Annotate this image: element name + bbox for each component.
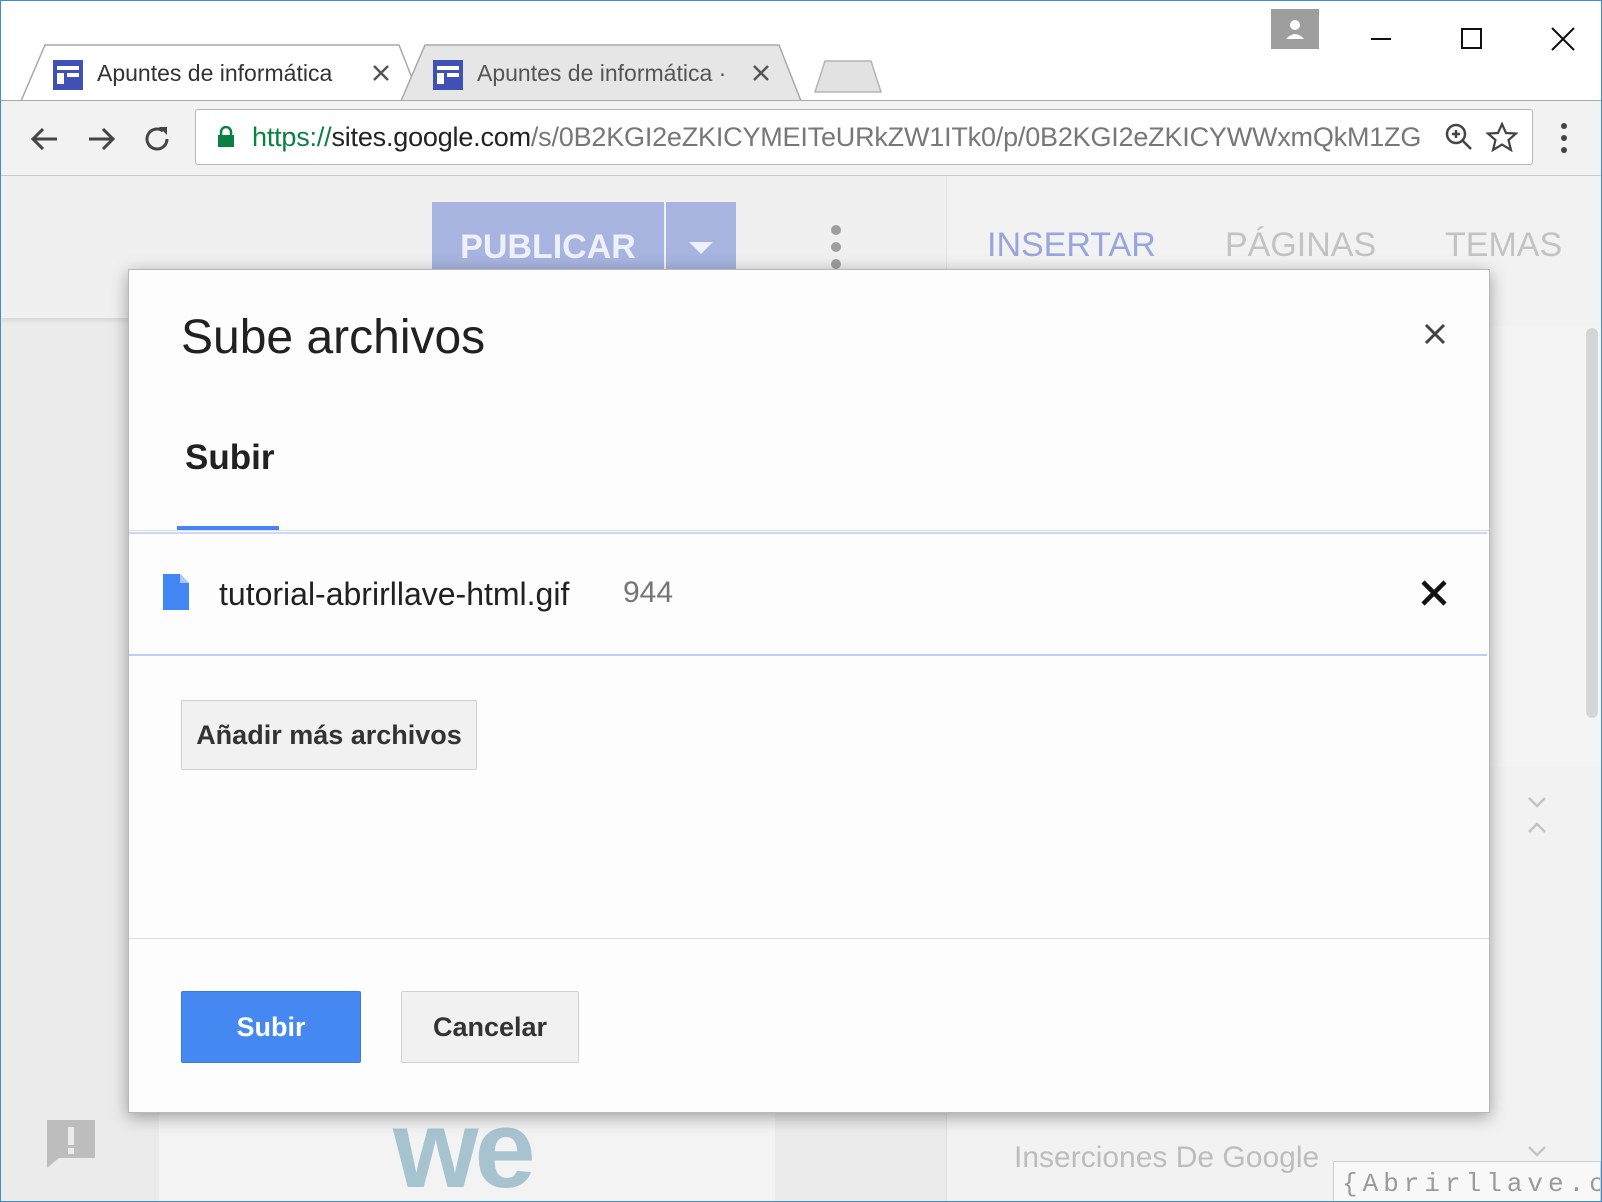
address-bar[interactable]: https://sites.google.com/s/0B2KGI2eZKICY…: [195, 109, 1533, 165]
new-tab-button[interactable]: [813, 59, 883, 93]
url-scheme: https://: [252, 122, 332, 152]
file-list-item: tutorial-abrirllave-html.gif 944: [129, 532, 1487, 656]
person-icon: [1286, 20, 1304, 39]
side-panel-scrollbar[interactable]: [1586, 328, 1598, 718]
tab-title: Apuntes de informática: [97, 60, 333, 86]
footer-divider: [129, 938, 1489, 939]
feedback-icon[interactable]: [45, 1118, 97, 1170]
tab-temas[interactable]: TEMAS: [1445, 226, 1562, 265]
browser-window: Apuntes de informática Apuntes de inform…: [0, 0, 1602, 1202]
file-name: tutorial-abrirllave-html.gif: [219, 576, 570, 612]
zoom-icon[interactable]: [1444, 122, 1474, 152]
maximize-icon[interactable]: [1451, 19, 1491, 59]
arrow-right-icon[interactable]: [83, 121, 119, 157]
minimize-icon[interactable]: [1361, 19, 1401, 59]
tab-strip: Apuntes de informática Apuntes de inform…: [1, 1, 1601, 101]
tab-paginas[interactable]: PÁGINAS: [1225, 226, 1376, 265]
tab-insertar[interactable]: INSERTAR: [987, 226, 1156, 265]
file-icon: [163, 574, 189, 610]
chevron-down-icon[interactable]: [1525, 1144, 1549, 1158]
dialog-title: Sube archivos: [181, 311, 486, 364]
sites-favicon-icon: [433, 60, 463, 90]
cancel-button[interactable]: Cancelar: [401, 991, 579, 1063]
arrow-left-icon[interactable]: [27, 121, 63, 157]
profile-button[interactable]: [1271, 9, 1319, 49]
more-options-icon[interactable]: [829, 224, 843, 270]
reload-icon[interactable]: [139, 121, 175, 157]
tab-inactive[interactable]: Apuntes de informática ·: [399, 43, 803, 101]
divider: [129, 530, 1489, 531]
sites-favicon-icon: [53, 60, 83, 90]
upload-button[interactable]: Subir: [181, 991, 361, 1063]
tab-upload[interactable]: Subir: [185, 438, 274, 478]
url-text: https://sites.google.com/s/0B2KGI2eZKICY…: [252, 122, 1422, 152]
close-tab-icon[interactable]: [749, 61, 773, 85]
add-more-files-button[interactable]: Añadir más archivos: [181, 700, 477, 770]
close-window-icon[interactable]: [1543, 19, 1583, 59]
url-host: sites.google.com: [331, 122, 531, 152]
watermark-logo: {Abrirllave.com: [1333, 1161, 1601, 1201]
file-size: 944: [623, 576, 674, 609]
google-insertions-label[interactable]: Inserciones De Google: [1014, 1141, 1319, 1175]
close-dialog-icon[interactable]: [1423, 322, 1447, 346]
lock-icon: [218, 126, 234, 147]
browser-toolbar: https://sites.google.com/s/0B2KGI2eZKICY…: [1, 101, 1601, 176]
url-path: /s/0B2KGI2eZKICYMEITeURkZW1ITk0/p/0B2KGI…: [530, 122, 1422, 152]
kebab-menu-icon[interactable]: [1559, 121, 1569, 155]
tab-active[interactable]: Apuntes de informática: [19, 43, 423, 101]
upload-dialog: Sube archivos Subir tutorial-abrirllave-…: [128, 269, 1490, 1113]
star-icon[interactable]: [1486, 122, 1518, 152]
tab-title: Apuntes de informática ·: [477, 60, 727, 86]
close-tab-icon[interactable]: [369, 61, 393, 85]
remove-file-icon[interactable]: [1419, 578, 1449, 608]
expand-collapse-icon[interactable]: [1525, 794, 1549, 836]
